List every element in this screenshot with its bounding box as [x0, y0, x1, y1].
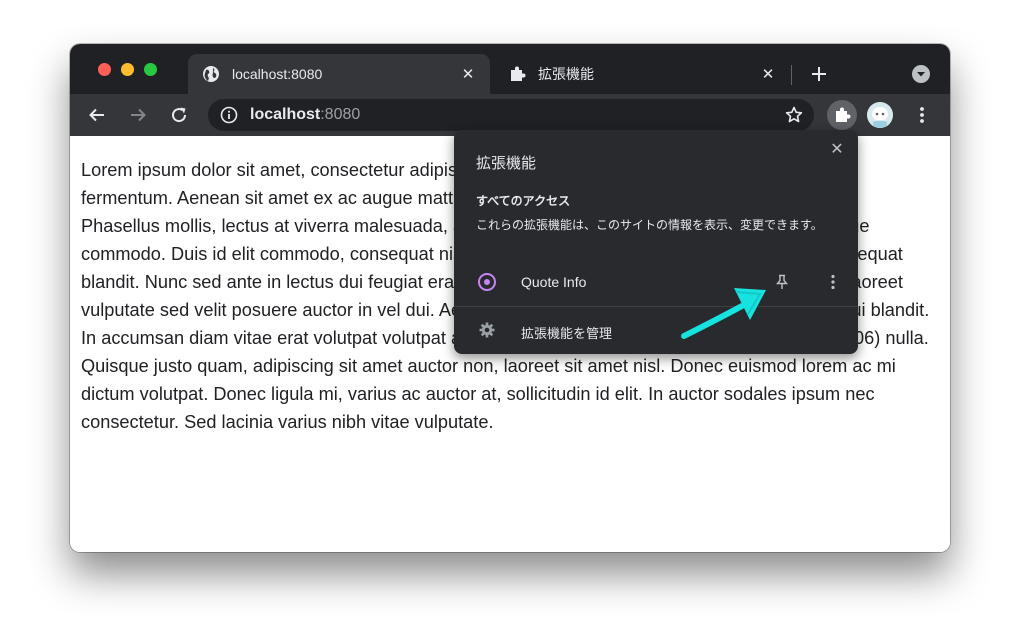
- puzzle-icon: [836, 107, 851, 122]
- reload-button[interactable]: [167, 103, 191, 127]
- annotation-arrow: [681, 288, 766, 339]
- plus-icon: [812, 67, 826, 81]
- extension-name: Quote Info: [521, 274, 587, 290]
- extension-row-quote-info[interactable]: Quote Info: [454, 266, 858, 298]
- globe-icon: [202, 65, 220, 83]
- tab-localhost[interactable]: localhost:8080 ✕: [188, 54, 490, 94]
- url-host: localhost: [250, 106, 321, 123]
- tab-title: localhost:8080: [232, 66, 323, 82]
- chevron-down-icon: [917, 72, 925, 77]
- arrow-right-icon: [131, 108, 146, 122]
- extensions-popup: 拡張機能 ✕ すべてのアクセス これらの拡張機能は、このサイトの情報を表示、変更…: [454, 130, 858, 354]
- manage-extensions-row[interactable]: 拡張機能を管理: [454, 314, 858, 346]
- forward-button[interactable]: [126, 103, 150, 127]
- new-tab-button[interactable]: [808, 63, 830, 85]
- tab-extensions[interactable]: 拡張機能 ✕: [494, 54, 790, 94]
- gear-icon: [479, 322, 495, 338]
- url-port: :8080: [320, 106, 361, 123]
- browser-menu-button[interactable]: [912, 103, 932, 127]
- tab-strip: localhost:8080 ✕ 拡張機能 ✕: [70, 44, 950, 94]
- tab-divider: [791, 65, 792, 85]
- close-tab-icon[interactable]: ✕: [460, 66, 476, 83]
- popup-divider: [454, 306, 858, 307]
- quote-info-extension-icon: [478, 273, 496, 291]
- close-tab-icon[interactable]: ✕: [760, 66, 776, 83]
- manage-extensions-label: 拡張機能を管理: [521, 326, 613, 341]
- back-button[interactable]: [85, 103, 109, 127]
- puzzle-icon: [508, 65, 526, 83]
- kebab-menu-icon: [920, 107, 924, 123]
- section-title: すべてのアクセス: [476, 194, 571, 208]
- popup-title: 拡張機能: [476, 155, 537, 172]
- tab-title: 拡張機能: [538, 66, 594, 82]
- kebab-menu-icon[interactable]: [824, 273, 842, 291]
- minimize-window-button[interactable]: [121, 63, 134, 76]
- avatar[interactable]: [867, 102, 893, 128]
- url-text: localhost:8080: [250, 106, 360, 124]
- extensions-button[interactable]: [827, 100, 857, 130]
- section-description: これらの拡張機能は、このサイトの情報を表示、変更できます。: [476, 218, 823, 232]
- maximize-window-button[interactable]: [144, 63, 157, 76]
- address-bar[interactable]: localhost:8080: [208, 99, 814, 131]
- arrow-left-icon: [89, 108, 104, 122]
- profile-avatar-icon: [867, 102, 893, 128]
- info-icon[interactable]: [220, 106, 238, 124]
- close-window-button[interactable]: [98, 63, 111, 76]
- close-icon[interactable]: ✕: [828, 140, 846, 158]
- tab-search-button[interactable]: [912, 65, 930, 83]
- reload-icon: [172, 107, 187, 123]
- star-icon[interactable]: [784, 105, 804, 125]
